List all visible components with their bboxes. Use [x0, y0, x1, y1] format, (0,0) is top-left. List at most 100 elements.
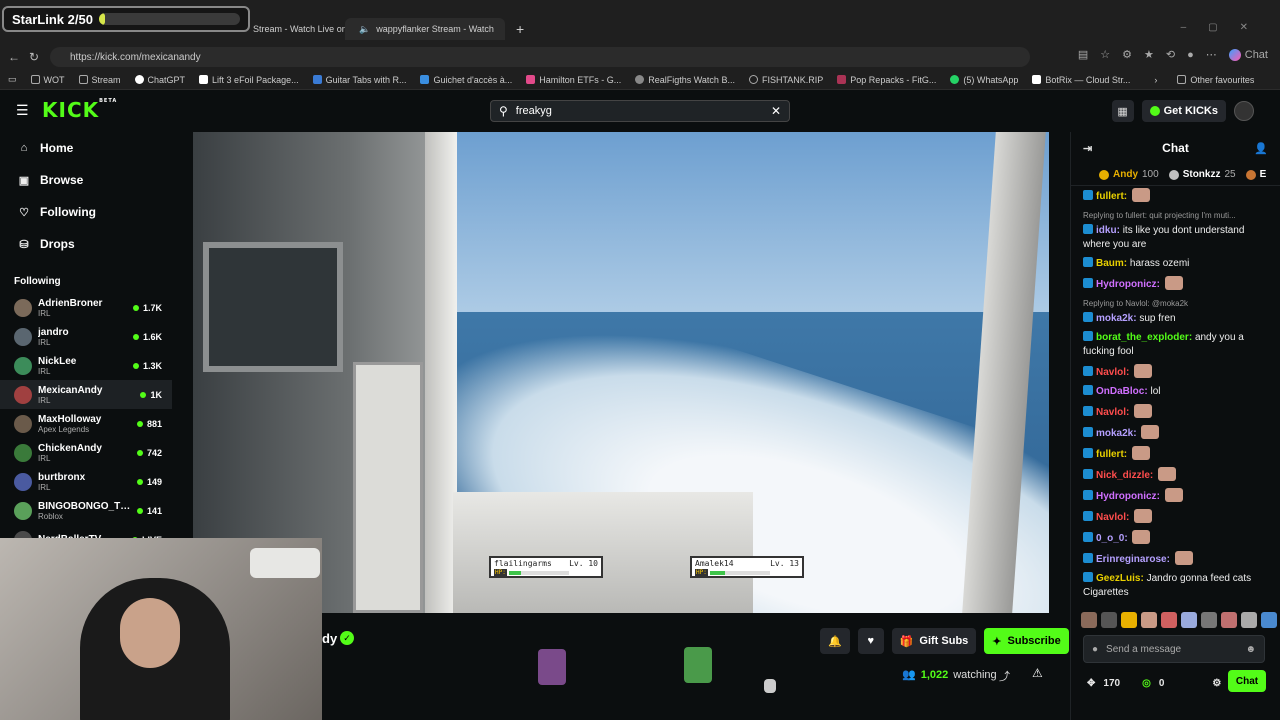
extensions-icon[interactable]: ⚙ — [1122, 48, 1132, 61]
settings-gear-icon[interactable]: ⚙ — [1212, 678, 1221, 689]
browser-tab-active[interactable]: 🔈 wappyflanker Stream - Watch ✕ — [345, 18, 505, 40]
library-icon[interactable]: ▦ — [1111, 100, 1134, 122]
bookmark-item[interactable]: Hamilton ETFs - G... — [526, 75, 621, 85]
emote-icon[interactable] — [1181, 612, 1197, 628]
bookmark-item[interactable]: Guitar Tabs with R... — [312, 75, 406, 85]
bookmark-item[interactable]: RealFigths Watch B... — [635, 75, 735, 85]
report-warning-icon[interactable]: ⚠ — [1032, 666, 1043, 680]
profile-icon[interactable]: ● — [1187, 49, 1194, 61]
chat-username[interactable]: OnDaBloc — [1096, 386, 1144, 397]
sidebar-channel[interactable]: NickLee IRL 1.3K — [0, 351, 172, 380]
emote-icon[interactable] — [1141, 612, 1157, 628]
clear-search-icon[interactable]: ✕ — [771, 104, 781, 118]
chat-username[interactable]: Nick_dizzle — [1096, 470, 1150, 481]
other-favourites[interactable]: Other favourites — [1177, 75, 1254, 85]
bookmark-item[interactable]: WOT — [30, 75, 65, 85]
sidebar-item-home[interactable]: ⌂ Home — [0, 132, 172, 164]
chat-message[interactable]: Replying to Navlol: @moka2k moka2k: sup f… — [1083, 297, 1270, 326]
chat-message[interactable]: OnDaBloc: lol — [1083, 385, 1270, 399]
share-icon[interactable]: ⤴ — [999, 668, 1010, 684]
chat-message[interactable]: 0_o_0: — [1083, 530, 1270, 546]
emote-icon[interactable] — [1081, 612, 1097, 628]
history-icon[interactable]: ⟲ — [1166, 48, 1175, 61]
chat-message[interactable]: Hydroponicz: — [1083, 276, 1270, 292]
emote-icon[interactable] — [1121, 612, 1137, 628]
subscribe-button[interactable]: ✦ Subscribe — [984, 628, 1069, 654]
emote-icon[interactable] — [1221, 612, 1237, 628]
chat-message[interactable]: Navlol: — [1083, 509, 1270, 525]
browser-tab[interactable]: Stream - Watch Live on ✕ — [245, 18, 345, 40]
bookmark-item[interactable]: FISHTANK.RIP — [748, 75, 823, 85]
emote-icon[interactable] — [1161, 612, 1177, 628]
refresh-icon[interactable]: ↻ — [24, 50, 44, 64]
sidebar-channel[interactable]: AdrienBroner IRL 1.7K — [0, 293, 172, 322]
bookmark-item[interactable]: Pop Repacks - FitG... — [837, 75, 936, 85]
chat-username[interactable]: borat_the_exploder — [1096, 332, 1189, 343]
bookmark-item[interactable]: ChatGPT — [134, 75, 185, 85]
window-controls[interactable]: –▢✕ — [1181, 22, 1270, 33]
chat-users-icon[interactable]: 👤 — [1254, 142, 1268, 155]
send-chat-button[interactable]: Chat — [1228, 670, 1266, 692]
chat-message[interactable]: moka2k: — [1083, 425, 1270, 441]
sidebar-item-drops[interactable]: ⛁ Drops — [0, 228, 172, 260]
sidebar-item-browse[interactable]: ▣ Browse — [0, 164, 172, 196]
more-icon[interactable]: ⋯ — [1206, 48, 1217, 61]
chat-username[interactable]: GeezLuis — [1096, 573, 1140, 584]
chat-message[interactable]: Navlol: — [1083, 404, 1270, 420]
chat-message[interactable]: Erinreginarose: — [1083, 551, 1270, 567]
chat-username[interactable]: Navlol — [1096, 512, 1126, 523]
follow-heart-button[interactable]: ♥ — [857, 628, 884, 654]
chat-username[interactable]: Baum — [1096, 258, 1124, 269]
chat-username[interactable]: Hydroponicz — [1096, 491, 1157, 502]
bookmark-item[interactable]: BotRix — Cloud Str... — [1032, 75, 1130, 85]
user-avatar[interactable] — [1234, 101, 1254, 121]
sidebar-channel[interactable]: burtbronx IRL 149 — [0, 467, 172, 496]
search-input[interactable] — [515, 105, 763, 117]
notification-bell-button[interactable]: 🔔 — [820, 628, 850, 654]
emote-icon[interactable] — [1241, 612, 1257, 628]
chat-message[interactable]: Baum: harass ozemi — [1083, 257, 1270, 271]
bookmark-item[interactable]: (5) WhatsApp — [950, 75, 1018, 85]
favorites-icon[interactable]: ★ — [1144, 48, 1154, 61]
mute-icon[interactable]: 🔈 — [359, 24, 370, 35]
bookmark-item[interactable]: Guichet d'accès à... — [420, 75, 512, 85]
chat-message[interactable]: borat_the_exploder: andy you a fucking f… — [1083, 331, 1270, 359]
chat-message[interactable]: Navlol: — [1083, 364, 1270, 380]
gift-subs-button[interactable]: 🎁 Gift Subs — [891, 628, 977, 654]
collapse-chat-icon[interactable]: ⇥ — [1083, 142, 1092, 155]
chat-message[interactable]: fullert: — [1083, 446, 1270, 462]
chat-username[interactable]: Hydroponicz — [1096, 279, 1157, 290]
bookmark-sidebar-icon[interactable]: ▭ — [8, 74, 17, 85]
leaderboard-entry[interactable]: E — [1245, 169, 1271, 180]
chat-username[interactable]: Navlol — [1096, 407, 1126, 418]
chat-input[interactable]: ● Send a message ☻ — [1083, 635, 1265, 663]
bookmark-item[interactable]: Stream — [78, 75, 121, 85]
sidebar-channel[interactable]: MexicanAndy IRL 1K — [0, 380, 172, 409]
chevron-right-icon[interactable]: › — [1154, 75, 1157, 85]
url-field[interactable]: https://kick.com/mexicanandy — [50, 47, 1030, 67]
bookmark-item[interactable]: Lift 3 eFoil Package... — [199, 75, 299, 85]
chat-message[interactable]: GeezLuis: Jandro gonna feed cats Cigaret… — [1083, 572, 1270, 600]
chat-username[interactable]: idku — [1096, 225, 1117, 236]
new-tab-button[interactable]: + — [508, 18, 532, 40]
back-icon[interactable]: ← — [4, 50, 24, 64]
chat-message[interactable]: Nick_dizzle: — [1083, 467, 1270, 483]
chat-username[interactable]: 0_o_0 — [1096, 533, 1124, 544]
hamburger-menu-icon[interactable]: ☰ — [16, 102, 30, 119]
chat-username[interactable]: fullert — [1096, 191, 1124, 202]
emote-icon[interactable] — [1201, 612, 1217, 628]
leaderboard-entry[interactable]: Andy 100 — [1099, 169, 1159, 180]
sidebar-channel[interactable]: BINGOBONGO_TWI... Roblox 141 — [0, 496, 172, 525]
sidebar-item-following[interactable]: ♡ Following — [0, 196, 172, 228]
leaderboard-entry[interactable]: Stonkzz 25 — [1168, 169, 1236, 180]
emote-icon[interactable] — [1261, 612, 1277, 628]
search-box[interactable]: ⚲ ✕ — [490, 100, 790, 122]
sidebar-channel[interactable]: ChickenAndy IRL 742 — [0, 438, 172, 467]
reader-icon[interactable]: ▤ — [1078, 48, 1088, 61]
chat-username[interactable]: Erinreginarose — [1096, 554, 1167, 565]
chat-username[interactable]: moka2k — [1096, 428, 1133, 439]
emote-icon[interactable] — [1101, 612, 1117, 628]
emoji-icon[interactable]: ☻ — [1245, 644, 1256, 655]
streamer-name[interactable]: dy — [322, 631, 337, 646]
chat-username[interactable]: moka2k — [1096, 313, 1133, 324]
